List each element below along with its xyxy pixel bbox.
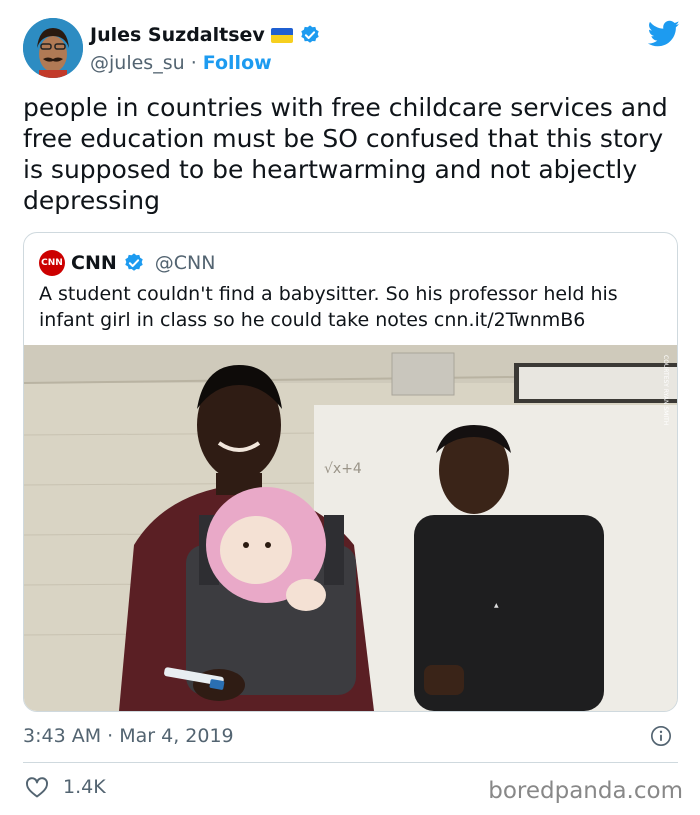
ukraine-flag-icon xyxy=(270,27,293,43)
author-avatar[interactable] xyxy=(23,18,83,78)
svg-text:√x+4: √x+4 xyxy=(324,461,362,477)
author-handle[interactable]: @jules_su xyxy=(90,52,185,74)
quoted-handle[interactable]: @CNN xyxy=(155,252,216,274)
twitter-bird-icon[interactable] xyxy=(648,20,680,48)
verified-badge-icon xyxy=(301,25,319,43)
author-handle-row: @jules_su · Follow xyxy=(90,52,272,74)
quoted-tweet-photo[interactable]: √x+4 COURTESY RYAN SMITH ▲ xyxy=(24,345,677,711)
tweet-text: people in countries with free childcare … xyxy=(23,93,668,215)
quoted-tweet-text: A student couldn't find a babysitter. So… xyxy=(39,283,618,331)
follow-button[interactable]: Follow xyxy=(203,52,272,74)
info-icon[interactable] xyxy=(650,725,672,747)
like-action[interactable]: 1.4K xyxy=(25,776,106,798)
author-name-row: Jules Suzdaltsev xyxy=(90,24,321,46)
image-credit: COURTESY RYAN SMITH xyxy=(662,355,669,425)
verified-badge-icon xyxy=(125,253,143,271)
quoted-tweet-card[interactable]: CNN CNN @CNN A student couldn't find a b… xyxy=(23,232,678,712)
tweet-header: Jules Suzdaltsev @jules_su · Follow xyxy=(23,18,680,80)
quoted-display-name[interactable]: CNN xyxy=(71,252,117,274)
like-count: 1.4K xyxy=(63,776,106,798)
handle-separator: · xyxy=(190,52,197,74)
cnn-logo-icon: CNN xyxy=(39,250,65,276)
footer-divider xyxy=(23,762,678,763)
tweet-timestamp[interactable]: 3:43 AM · Mar 4, 2019 xyxy=(23,725,234,747)
quoted-tweet-header: CNN CNN @CNN xyxy=(39,250,215,276)
author-display-name[interactable]: Jules Suzdaltsev xyxy=(90,24,265,46)
heart-icon[interactable] xyxy=(25,776,49,798)
boredpanda-watermark: boredpanda.com xyxy=(488,778,683,804)
svg-text:▲: ▲ xyxy=(494,602,499,609)
